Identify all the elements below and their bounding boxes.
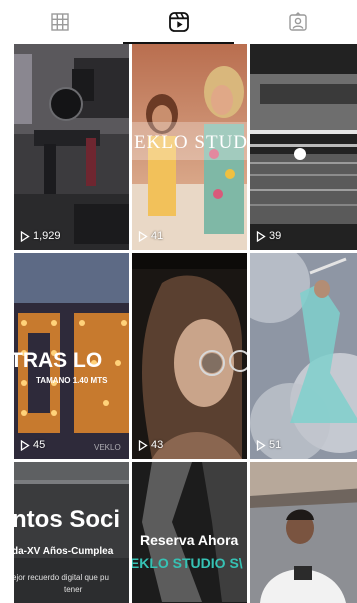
view-count-text: 51 — [269, 439, 282, 451]
reel-thumbnail[interactable]: EKLO STUDIO S 41 — [132, 44, 247, 250]
tab-posts[interactable] — [0, 0, 119, 44]
reel-overlay-subtitle: da-XV Años-Cumplea — [14, 546, 114, 557]
play-icon — [20, 439, 30, 451]
view-count: 43 — [138, 439, 163, 451]
play-icon — [256, 230, 266, 242]
view-count-text: 1,929 — [33, 230, 61, 242]
reel-overlay-title: TRAS LO — [14, 349, 103, 372]
view-count: 1,929 — [20, 230, 61, 242]
tab-tagged[interactable] — [238, 0, 357, 44]
profile-tab-bar — [0, 0, 357, 44]
reel-overlay-caption-2: tener — [64, 585, 83, 594]
reel-thumbnail[interactable] — [250, 462, 357, 603]
reel-overlay-subtitle: TAMANO 1.40 MTS — [36, 376, 108, 385]
reels-icon — [168, 12, 189, 32]
reel-overlay-watermark: VEKLO — [94, 443, 121, 452]
reel-thumbnail[interactable]: 43 — [132, 253, 247, 459]
play-icon — [20, 230, 30, 242]
view-count: 39 — [256, 230, 281, 242]
reel-overlay-title: Reserva Ahora — [140, 532, 239, 548]
view-count: 51 — [256, 439, 281, 451]
motion-blur-train-image — [250, 44, 357, 250]
view-count-text: 45 — [33, 439, 46, 451]
grid-icon — [50, 13, 69, 31]
view-count-text: 43 — [151, 439, 164, 451]
reels-grid: 1,929 EKLO STUDIO S 41 — [14, 44, 357, 603]
view-count-text: 39 — [269, 230, 282, 242]
man-portrait-image — [250, 462, 357, 603]
dancer-smoke-image — [250, 253, 357, 459]
reel-overlay-text: EKLO STUDIO S — [134, 132, 247, 153]
portrait-sunglasses-image — [132, 253, 247, 459]
reel-thumbnail[interactable]: 1,929 — [14, 44, 129, 250]
reel-overlay-caption: ejor recuerdo digital que pu — [14, 573, 109, 582]
reel-thumbnail[interactable]: ntos Soci da-XV Años-Cumplea ejor recuer… — [14, 462, 129, 603]
play-icon — [138, 439, 148, 451]
reel-thumbnail[interactable]: Reserva Ahora /EKLO STUDIO S\ — [132, 462, 247, 603]
camera-rig-image — [14, 44, 129, 250]
tab-reels[interactable] — [119, 0, 238, 44]
view-count-text: 41 — [151, 230, 164, 242]
reel-overlay-brand: /EKLO STUDIO S\ — [132, 555, 243, 571]
tagged-icon — [288, 12, 307, 31]
play-icon — [138, 230, 148, 242]
reel-thumbnail[interactable]: 39 — [250, 44, 357, 250]
view-count: 41 — [138, 230, 163, 242]
reel-overlay-title: ntos Soci — [14, 506, 121, 533]
reel-thumbnail[interactable]: TRAS LO TAMANO 1.40 MTS VEKLO 45 — [14, 253, 129, 459]
reel-thumbnail[interactable]: 51 — [250, 253, 357, 459]
view-count: 45 — [20, 439, 45, 451]
play-icon — [256, 439, 266, 451]
